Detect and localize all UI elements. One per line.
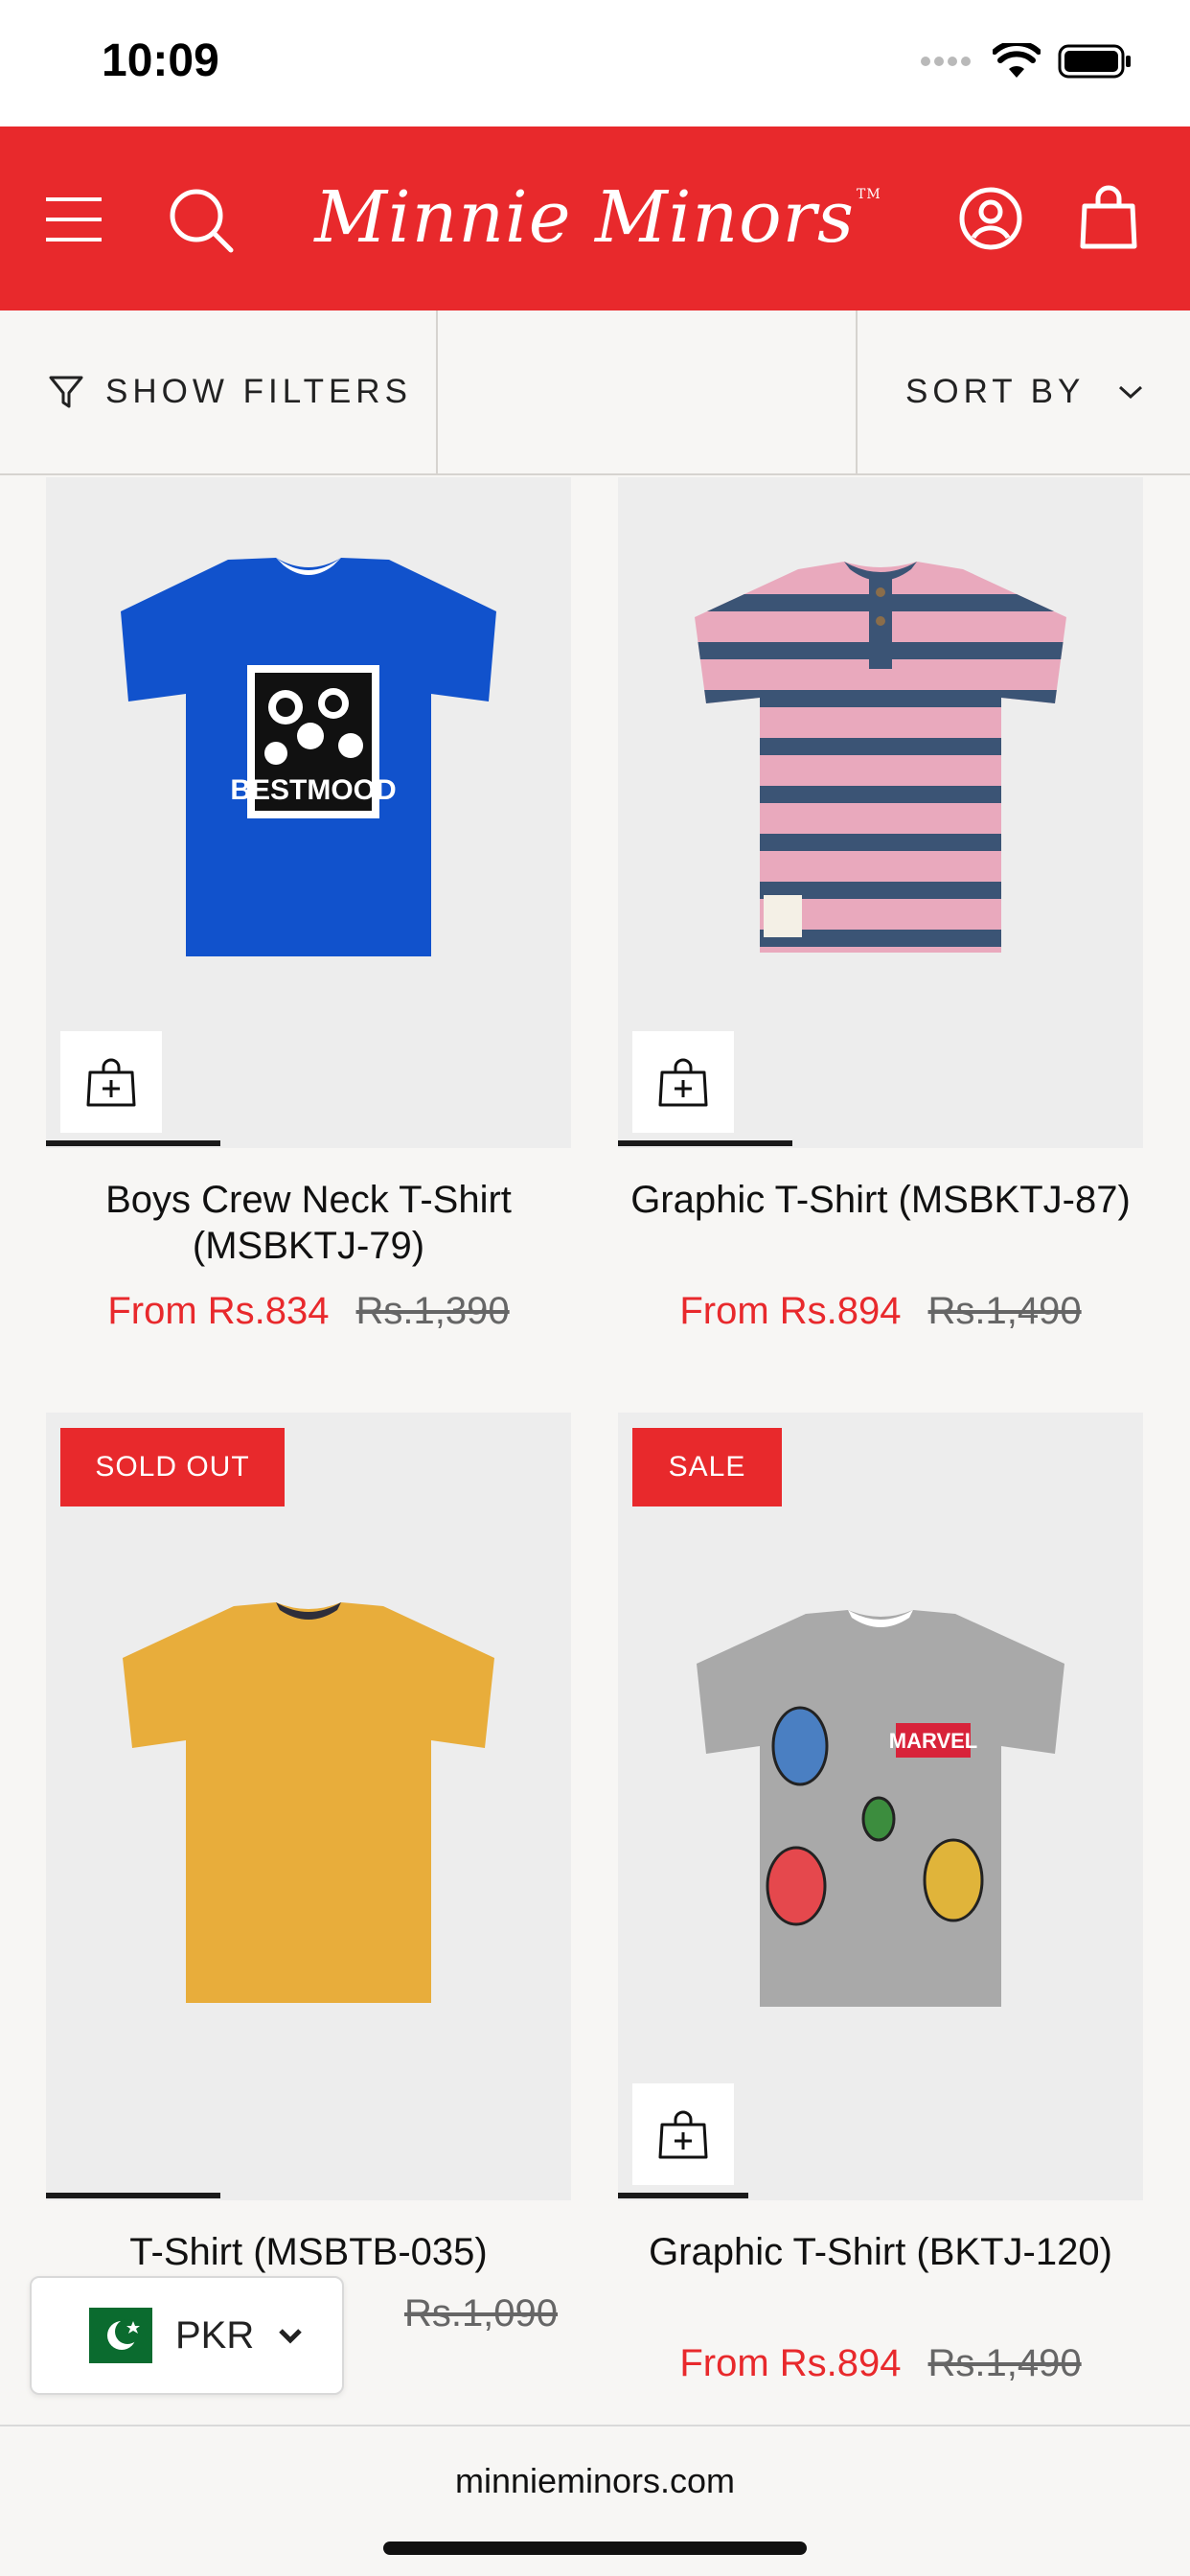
chevron-down-icon [279, 2329, 303, 2344]
sale-badge: SALE [632, 1428, 782, 1506]
compare-price: Rs.1,390 [355, 1290, 510, 1332]
image-slider-progress [618, 1140, 792, 1146]
sale-price: From Rs.894 [679, 2342, 902, 2384]
show-filters-label: SHOW FILTERS [105, 373, 412, 410]
product-card[interactable]: Graphic T-Shirt (MSBKTJ-87) From Rs.894 R… [618, 477, 1143, 1340]
product-title[interactable]: T-Shirt (MSBTB-035) [46, 2229, 571, 2275]
product-listing-page: 10:09 Minnie Minors TM SHOW FILTERS SORT… [0, 0, 1190, 2576]
status-icons [920, 42, 1133, 80]
logo-text: Minnie Minors [314, 176, 856, 259]
image-slider-progress [46, 1140, 220, 1146]
site-header: Minnie Minors TM [0, 126, 1190, 310]
shirt-graphic-text: MARVEL [889, 1729, 978, 1753]
sort-by-label: SORT BY [905, 373, 1086, 410]
product-price: From Rs.834 Rs.1,390 [46, 1288, 571, 1334]
brand-logo[interactable]: Minnie Minors TM [314, 165, 880, 270]
add-to-bag-icon [658, 2110, 708, 2159]
filter-bar-spacer [438, 310, 858, 473]
product-title[interactable]: Graphic T-Shirt (BKTJ-120) [618, 2229, 1143, 2275]
product-card[interactable]: MARVEL SALE Graphic T-Shirt (BKTJ-120) F… [618, 1413, 1143, 2409]
quick-add-button[interactable] [632, 1031, 734, 1133]
grey-marvel-tshirt-image: MARVEL [697, 1610, 1064, 2007]
product-price: From Rs.894 Rs.1,490 [618, 2340, 1143, 2386]
product-price: From Rs.894 Rs.1,490 [618, 1288, 1143, 1334]
url-text[interactable]: minnieminors.com [0, 2461, 1190, 2501]
product-card[interactable]: BESTMOOD Boys Crew Neck T-Shirt (MSBKTJ-… [46, 477, 571, 1340]
status-bar: 10:09 [0, 0, 1190, 126]
shirt-graphic-text: BESTMOOD [230, 774, 396, 806]
pakistan-flag-icon [68, 2308, 152, 2363]
image-slider-progress [46, 2193, 220, 2198]
cellular-signal-icon [921, 57, 971, 66]
product-title[interactable]: Boys Crew Neck T-Shirt (MSBKTJ-79) [46, 1177, 571, 1269]
sale-price: From Rs.834 [107, 1290, 330, 1332]
wifi-icon [993, 43, 1041, 78]
sale-price: From Rs.894 [679, 1290, 902, 1332]
menu-icon[interactable] [42, 188, 105, 251]
product-image[interactable]: SOLD OUT [46, 1413, 571, 2200]
chevron-down-icon [1119, 385, 1143, 400]
product-image[interactable]: MARVEL SALE [618, 1413, 1143, 2200]
quick-add-button[interactable] [632, 2083, 734, 2185]
compare-price: Rs.1,490 [927, 2342, 1082, 2384]
filter-bar: SHOW FILTERS SORT BY [0, 310, 1190, 475]
logo-trademark: TM [857, 187, 881, 202]
quick-add-button[interactable] [60, 1031, 162, 1133]
battery-icon [1058, 44, 1131, 79]
search-icon[interactable] [163, 182, 240, 259]
product-image[interactable] [618, 477, 1143, 1148]
account-icon[interactable] [954, 182, 1027, 255]
sort-by-dropdown[interactable]: SORT BY [858, 310, 1190, 473]
filter-funnel-icon [49, 376, 83, 408]
product-image[interactable]: BESTMOOD [46, 477, 571, 1148]
product-title[interactable]: Graphic T-Shirt (MSBKTJ-87) [618, 1177, 1143, 1223]
add-to-bag-icon [86, 1058, 136, 1107]
show-filters-button[interactable]: SHOW FILTERS [0, 310, 438, 473]
status-time: 10:09 [102, 35, 219, 86]
browser-url-bar: minnieminors.com [0, 2425, 1190, 2576]
cart-icon[interactable] [1077, 180, 1140, 257]
sold-out-badge: SOLD OUT [60, 1428, 285, 1506]
product-card[interactable]: SOLD OUT T-Shirt (MSBTB-035) Rs.1,090 [46, 1413, 571, 2371]
currency-label: PKR [175, 2313, 255, 2357]
yellow-tshirt-image [123, 1602, 494, 2003]
add-to-bag-icon [658, 1058, 708, 1107]
compare-price: Rs.1,090 [403, 2292, 559, 2334]
currency-selector[interactable]: PKR [30, 2276, 344, 2395]
image-slider-progress [618, 2193, 748, 2198]
home-indicator[interactable] [383, 2542, 807, 2555]
compare-price: Rs.1,490 [927, 1290, 1082, 1332]
